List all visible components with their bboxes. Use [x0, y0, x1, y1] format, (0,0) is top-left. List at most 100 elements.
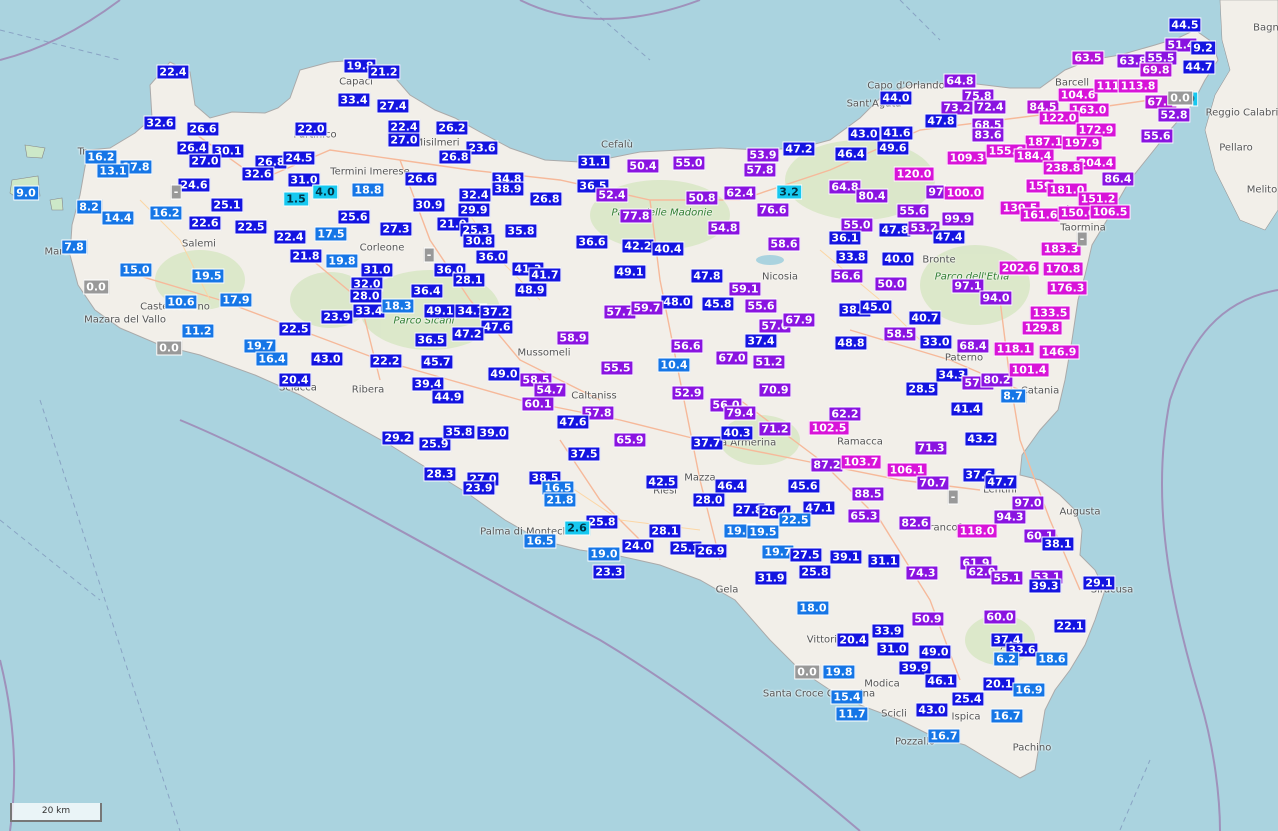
rainfall-station-marker[interactable]: 31.1 — [577, 154, 611, 170]
rainfall-station-marker[interactable]: 28.0 — [349, 288, 383, 304]
rainfall-station-marker[interactable]: 41.6 — [880, 125, 914, 141]
rainfall-station-marker[interactable]: 9.0 — [13, 185, 39, 201]
rainfall-station-marker[interactable]: 43.0 — [310, 351, 344, 367]
rainfall-station-marker[interactable]: 32.6 — [241, 166, 275, 182]
rainfall-station-marker[interactable]: 8.7 — [1000, 388, 1026, 404]
rainfall-station-marker[interactable]: 161.6 — [1019, 207, 1061, 223]
rainfall-station-marker[interactable]: 16.7 — [927, 728, 961, 744]
rainfall-station-marker[interactable]: 94.0 — [979, 290, 1013, 306]
rainfall-station-marker[interactable]: 50.9 — [911, 611, 945, 627]
rainfall-station-marker[interactable]: 113.8 — [1117, 78, 1159, 94]
rainfall-station-marker[interactable]: 37.5 — [567, 446, 601, 462]
rainfall-station-marker[interactable]: 14.4 — [101, 210, 135, 226]
rainfall-station-marker[interactable]: 65.9 — [613, 432, 647, 448]
rainfall-station-marker[interactable]: 202.6 — [998, 260, 1040, 276]
rainfall-station-marker[interactable]: 27.3 — [379, 221, 413, 237]
rainfall-station-marker[interactable]: 64.8 — [943, 73, 977, 89]
rainfall-station-marker[interactable]: 35.8 — [504, 223, 538, 239]
rainfall-station-marker[interactable]: 19.8 — [822, 664, 856, 680]
rainfall-station-marker[interactable]: 55.5 — [600, 360, 634, 376]
rainfall-station-marker[interactable]: 10.4 — [657, 357, 691, 373]
rainfall-station-marker[interactable]: 41.7 — [528, 267, 562, 283]
rainfall-station-marker[interactable]: 26.6 — [186, 121, 220, 137]
rainfall-station-marker[interactable]: 36.5 — [414, 332, 448, 348]
rainfall-station-marker[interactable]: 70.7 — [916, 475, 950, 491]
rainfall-station-marker[interactable]: 53.9 — [746, 147, 780, 163]
rainfall-station-marker[interactable]: 74.3 — [905, 565, 939, 581]
rainfall-station-marker[interactable]: 36.6 — [575, 234, 609, 250]
rainfall-station-marker[interactable]: 47.8 — [924, 113, 958, 129]
rainfall-station-marker[interactable]: 36.4 — [410, 283, 444, 299]
rainfall-station-marker[interactable]: 88.5 — [851, 486, 885, 502]
rainfall-station-marker[interactable]: 28.1 — [648, 523, 682, 539]
rainfall-station-marker[interactable]: 45.6 — [787, 478, 821, 494]
rainfall-station-marker[interactable]: 35.8 — [442, 424, 476, 440]
rainfall-station-marker[interactable]: 22.4 — [273, 229, 307, 245]
rainfall-station-marker[interactable]: 26.2 — [435, 120, 469, 136]
rainfall-station-marker[interactable]: 33.4 — [337, 92, 371, 108]
rainfall-station-marker[interactable]: 55.1 — [990, 570, 1024, 586]
rainfall-station-marker[interactable]: 47.6 — [556, 414, 590, 430]
rainfall-station-marker[interactable]: 0.0 — [1167, 90, 1193, 106]
rainfall-station-marker[interactable]: 26.8 — [438, 149, 472, 165]
rainfall-station-marker[interactable]: 22.1 — [1053, 618, 1087, 634]
rainfall-station-marker[interactable]: 176.3 — [1046, 280, 1088, 296]
rainfall-station-marker[interactable]: 87.2 — [810, 457, 844, 473]
rainfall-station-marker[interactable]: - — [170, 184, 182, 200]
rainfall-station-marker[interactable]: 29.2 — [381, 430, 415, 446]
rainfall-station-marker[interactable]: 54.7 — [533, 382, 567, 398]
rainfall-station-marker[interactable]: 45.0 — [859, 299, 893, 315]
rainfall-station-marker[interactable]: 37.4 — [744, 333, 778, 349]
rainfall-station-marker[interactable]: 27.0 — [387, 132, 421, 148]
rainfall-station-marker[interactable]: 23.3 — [592, 564, 626, 580]
rainfall-station-marker[interactable]: 39.3 — [1028, 578, 1062, 594]
rainfall-station-marker[interactable]: 31.0 — [360, 262, 394, 278]
rainfall-station-marker[interactable]: 94.3 — [993, 509, 1027, 525]
rainfall-station-marker[interactable]: 30.8 — [462, 233, 496, 249]
rainfall-station-marker[interactable]: 24.5 — [282, 150, 316, 166]
rainfall-station-marker[interactable]: 70.9 — [758, 382, 792, 398]
rainfall-station-marker[interactable]: 0.0 — [83, 279, 109, 295]
rainfall-station-marker[interactable]: 26.9 — [694, 543, 728, 559]
rainfall-station-marker[interactable]: 52.8 — [1157, 107, 1191, 123]
rainfall-station-marker[interactable]: 49.0 — [487, 366, 521, 382]
rainfall-station-marker[interactable]: 40.3 — [720, 425, 754, 441]
rainfall-station-marker[interactable]: 72.4 — [973, 99, 1007, 115]
rainfall-station-marker[interactable]: 23.9 — [462, 480, 496, 496]
rainfall-station-marker[interactable]: 20.1 — [982, 676, 1016, 692]
rainfall-station-marker[interactable]: 52.4 — [595, 187, 629, 203]
rainfall-station-marker[interactable]: 76.6 — [756, 202, 790, 218]
rainfall-station-marker[interactable]: 21.2 — [367, 64, 401, 80]
rainfall-station-marker[interactable]: 7.8 — [61, 239, 87, 255]
rainfall-station-marker[interactable]: 47.2 — [782, 141, 816, 157]
rainfall-station-marker[interactable]: 58.5 — [883, 326, 917, 342]
rainfall-station-marker[interactable]: 42.2 — [621, 238, 655, 254]
rainfall-station-marker[interactable]: 37.7 — [690, 435, 724, 451]
rainfall-station-marker[interactable]: 82.6 — [898, 515, 932, 531]
rainfall-station-marker[interactable]: 62.4 — [723, 185, 757, 201]
rainfall-station-marker[interactable]: 33.0 — [919, 334, 953, 350]
rainfall-station-marker[interactable]: 63.5 — [1071, 50, 1105, 66]
rainfall-station-marker[interactable]: 19.5 — [746, 524, 780, 540]
rainfall-station-marker[interactable]: 32.6 — [143, 115, 177, 131]
rainfall-station-marker[interactable]: 22.4 — [156, 64, 190, 80]
rainfall-station-marker[interactable]: 13.1 — [96, 163, 130, 179]
rainfall-station-marker[interactable]: 97.0 — [1011, 495, 1045, 511]
rainfall-station-marker[interactable]: 22.2 — [369, 353, 403, 369]
rainfall-station-marker[interactable]: 33.8 — [835, 249, 869, 265]
rainfall-station-marker[interactable]: 104.6 — [1057, 87, 1099, 103]
rainfall-station-marker[interactable]: 62.2 — [828, 406, 862, 422]
rainfall-station-marker[interactable]: 10.6 — [164, 294, 198, 310]
rainfall-station-marker[interactable]: 28.1 — [452, 272, 486, 288]
rainfall-station-marker[interactable]: 46.1 — [924, 673, 958, 689]
rainfall-station-marker[interactable]: 69.8 — [1139, 62, 1173, 78]
rainfall-station-marker[interactable]: 18.3 — [381, 298, 415, 314]
rainfall-station-marker[interactable]: 25.8 — [798, 564, 832, 580]
rainfall-station-marker[interactable]: 118.0 — [956, 523, 998, 539]
rainfall-station-marker[interactable]: 41.4 — [950, 401, 984, 417]
rainfall-station-marker[interactable]: 2.6 — [564, 520, 590, 536]
rainfall-station-marker[interactable]: 24.6 — [177, 177, 211, 193]
rainfall-station-marker[interactable]: 187.1 — [1024, 134, 1066, 150]
rainfall-station-marker[interactable]: 71.2 — [758, 421, 792, 437]
rainfall-station-marker[interactable]: 43.0 — [847, 126, 881, 142]
